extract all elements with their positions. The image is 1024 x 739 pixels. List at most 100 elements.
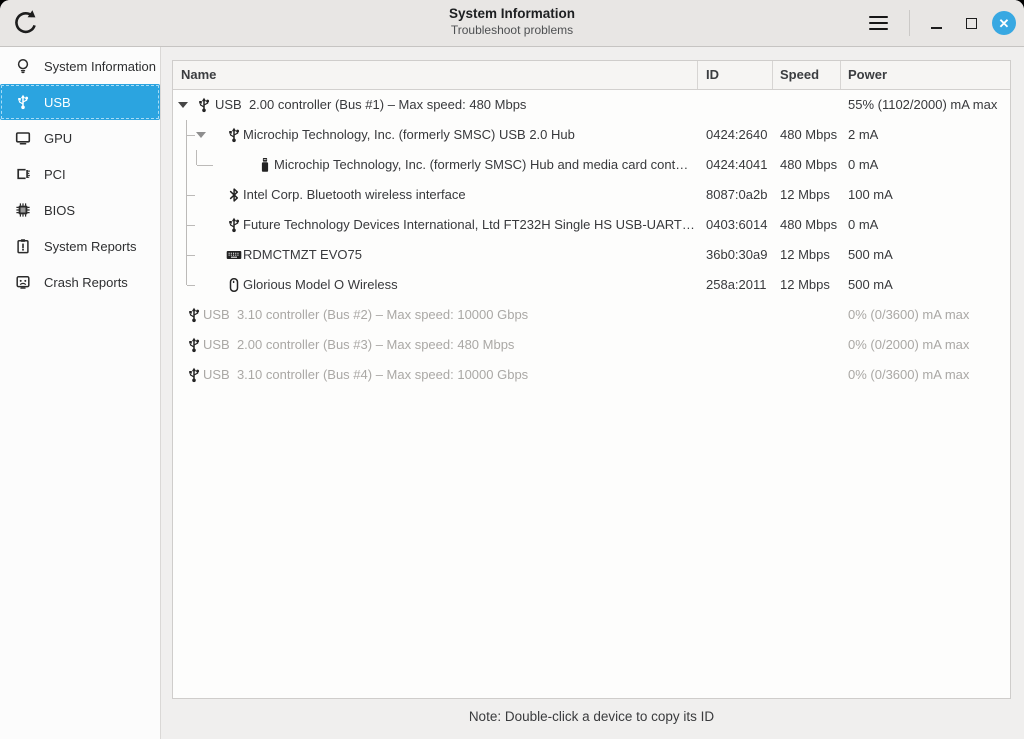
table-row[interactable]: USB 3.10 controller (Bus #2) – Max speed… — [173, 300, 1010, 330]
sidebar-item-label: GPU — [44, 130, 73, 146]
chip-icon — [15, 202, 31, 218]
sidebar-item-system-information[interactable]: System Information — [0, 48, 160, 84]
device-power: 500 mA — [848, 247, 893, 262]
column-separator — [697, 61, 698, 89]
bluetooth-icon — [226, 187, 242, 203]
device-id: 0424:2640 — [706, 127, 768, 142]
footer-note: Note: Double-click a device to copy its … — [468, 709, 715, 724]
column-header-id[interactable]: ID — [706, 61, 719, 89]
sidebar-item-label: PCI — [44, 166, 66, 182]
device-id: 258a:2011 — [706, 277, 767, 292]
main-panel: Name ID Speed Power USB 2.00 controller … — [161, 47, 1024, 739]
usb-icon — [186, 367, 202, 383]
device-name: USB 3.10 controller (Bus #2) – Max speed… — [203, 307, 529, 322]
maximize-icon — [966, 18, 977, 29]
table-header: Name ID Speed Power — [173, 61, 1010, 90]
sidebar-item-label: System Reports — [44, 238, 137, 254]
device-name: USB 2.00 controller (Bus #3) – Max speed… — [203, 337, 515, 352]
app-window: System Information Troubleshoot problems… — [0, 0, 1024, 739]
refresh-icon — [10, 7, 42, 39]
menu-button[interactable] — [861, 7, 895, 39]
monitor-icon — [15, 130, 31, 146]
device-speed: 480 Mbps — [780, 217, 838, 232]
device-speed: 12 Mbps — [780, 277, 830, 292]
device-table: Name ID Speed Power USB 2.00 controller … — [172, 60, 1011, 699]
refresh-button[interactable] — [10, 7, 42, 39]
column-separator — [840, 61, 841, 89]
device-power: 0% (0/3600) mA max — [848, 307, 970, 322]
usb-stick-icon — [257, 157, 273, 173]
device-name: Intel Corp. Bluetooth wireless interface — [243, 187, 466, 202]
close-x-icon: ✕ — [998, 15, 1010, 31]
table-row[interactable]: Intel Corp. Bluetooth wireless interface… — [173, 180, 1010, 210]
column-separator — [772, 61, 773, 89]
device-id: 0424:4041 — [706, 157, 768, 172]
device-power: 0% (0/3600) mA max — [848, 367, 970, 382]
device-speed: 480 Mbps — [780, 157, 838, 172]
usb-icon — [226, 217, 242, 233]
table-row[interactable]: USB 2.00 controller (Bus #3) – Max speed… — [173, 330, 1010, 360]
lightbulb-icon — [15, 58, 31, 74]
column-header-power[interactable]: Power — [848, 61, 887, 89]
device-name: Glorious Model O Wireless — [243, 277, 398, 292]
table-row[interactable]: Microchip Technology, Inc. (formerly SMS… — [173, 120, 1010, 150]
table-body: USB 2.00 controller (Bus #1) – Max speed… — [173, 90, 1010, 390]
sidebar-item-label: BIOS — [44, 202, 76, 218]
usb-icon — [15, 94, 31, 110]
usb-icon — [186, 307, 202, 323]
sidebar: System Information USB GPU PCI BIOS System Re… — [0, 47, 161, 739]
titlebar: System Information Troubleshoot problems… — [0, 0, 1024, 47]
device-name: USB 2.00 controller (Bus #1) – Max speed… — [215, 97, 527, 112]
device-power: 0 mA — [848, 217, 879, 232]
sidebar-item-label: Crash Reports — [44, 274, 128, 290]
minimize-button[interactable] — [924, 10, 950, 36]
device-id: 8087:0a2b — [706, 187, 768, 202]
device-id: 0403:6014 — [706, 217, 768, 232]
usb-icon — [196, 97, 212, 113]
close-button[interactable]: ✕ — [992, 11, 1016, 35]
device-power: 500 mA — [848, 277, 893, 292]
usb-icon — [186, 337, 202, 353]
sidebar-item-label: System Information — [44, 58, 156, 74]
sidebar-item-label: USB — [44, 94, 71, 110]
device-name: Microchip Technology, Inc. (formerly SMS… — [274, 157, 689, 172]
table-row[interactable]: RDMCTMZT EVO75 36b0:30a9 12 Mbps 500 mA — [173, 240, 1010, 270]
device-power: 55% (1102/2000) mA max — [848, 97, 998, 112]
expander-triangle-icon[interactable] — [178, 102, 188, 108]
sidebar-item-gpu[interactable]: GPU — [0, 120, 160, 156]
device-power: 2 mA — [848, 127, 879, 142]
sidebar-item-usb[interactable]: USB — [0, 84, 160, 120]
sidebar-item-system-reports[interactable]: System Reports — [0, 228, 160, 264]
table-row[interactable]: Future Technology Devices International,… — [173, 210, 1010, 240]
device-name: RDMCTMZT EVO75 — [243, 247, 362, 262]
device-speed: 480 Mbps — [780, 127, 838, 142]
device-id: 36b0:30a9 — [706, 247, 768, 262]
mouse-icon — [226, 277, 242, 293]
device-speed: 12 Mbps — [780, 187, 830, 202]
expander-triangle-icon[interactable] — [196, 132, 206, 138]
device-name: Future Technology Devices International,… — [243, 217, 695, 232]
keyboard-icon — [226, 247, 242, 263]
usb-icon — [226, 127, 242, 143]
window-controls: ✕ — [861, 0, 1016, 46]
device-name: Microchip Technology, Inc. (formerly SMS… — [243, 127, 575, 142]
table-row[interactable]: USB 2.00 controller (Bus #1) – Max speed… — [173, 90, 1010, 120]
sidebar-item-bios[interactable]: BIOS — [0, 192, 160, 228]
device-speed: 12 Mbps — [780, 247, 830, 262]
sidebar-item-crash-reports[interactable]: Crash Reports — [0, 264, 160, 300]
device-name: USB 3.10 controller (Bus #4) – Max speed… — [203, 367, 529, 382]
pci-card-icon — [15, 166, 31, 182]
report-icon — [15, 238, 31, 254]
sidebar-item-pci[interactable]: PCI — [0, 156, 160, 192]
table-row[interactable]: Glorious Model O Wireless 258a:2011 12 Mbp… — [173, 270, 1010, 300]
table-row[interactable]: Microchip Technology, Inc. (formerly SMS… — [173, 150, 1010, 180]
table-row[interactable]: USB 3.10 controller (Bus #4) – Max speed… — [173, 360, 1010, 390]
minimize-icon — [931, 27, 942, 29]
column-header-speed[interactable]: Speed — [780, 61, 819, 89]
device-power: 100 mA — [848, 187, 893, 202]
crash-face-icon — [15, 274, 31, 290]
controls-separator — [909, 10, 910, 36]
column-header-name[interactable]: Name — [181, 61, 216, 89]
maximize-button[interactable] — [958, 10, 984, 36]
device-power: 0 mA — [848, 157, 879, 172]
